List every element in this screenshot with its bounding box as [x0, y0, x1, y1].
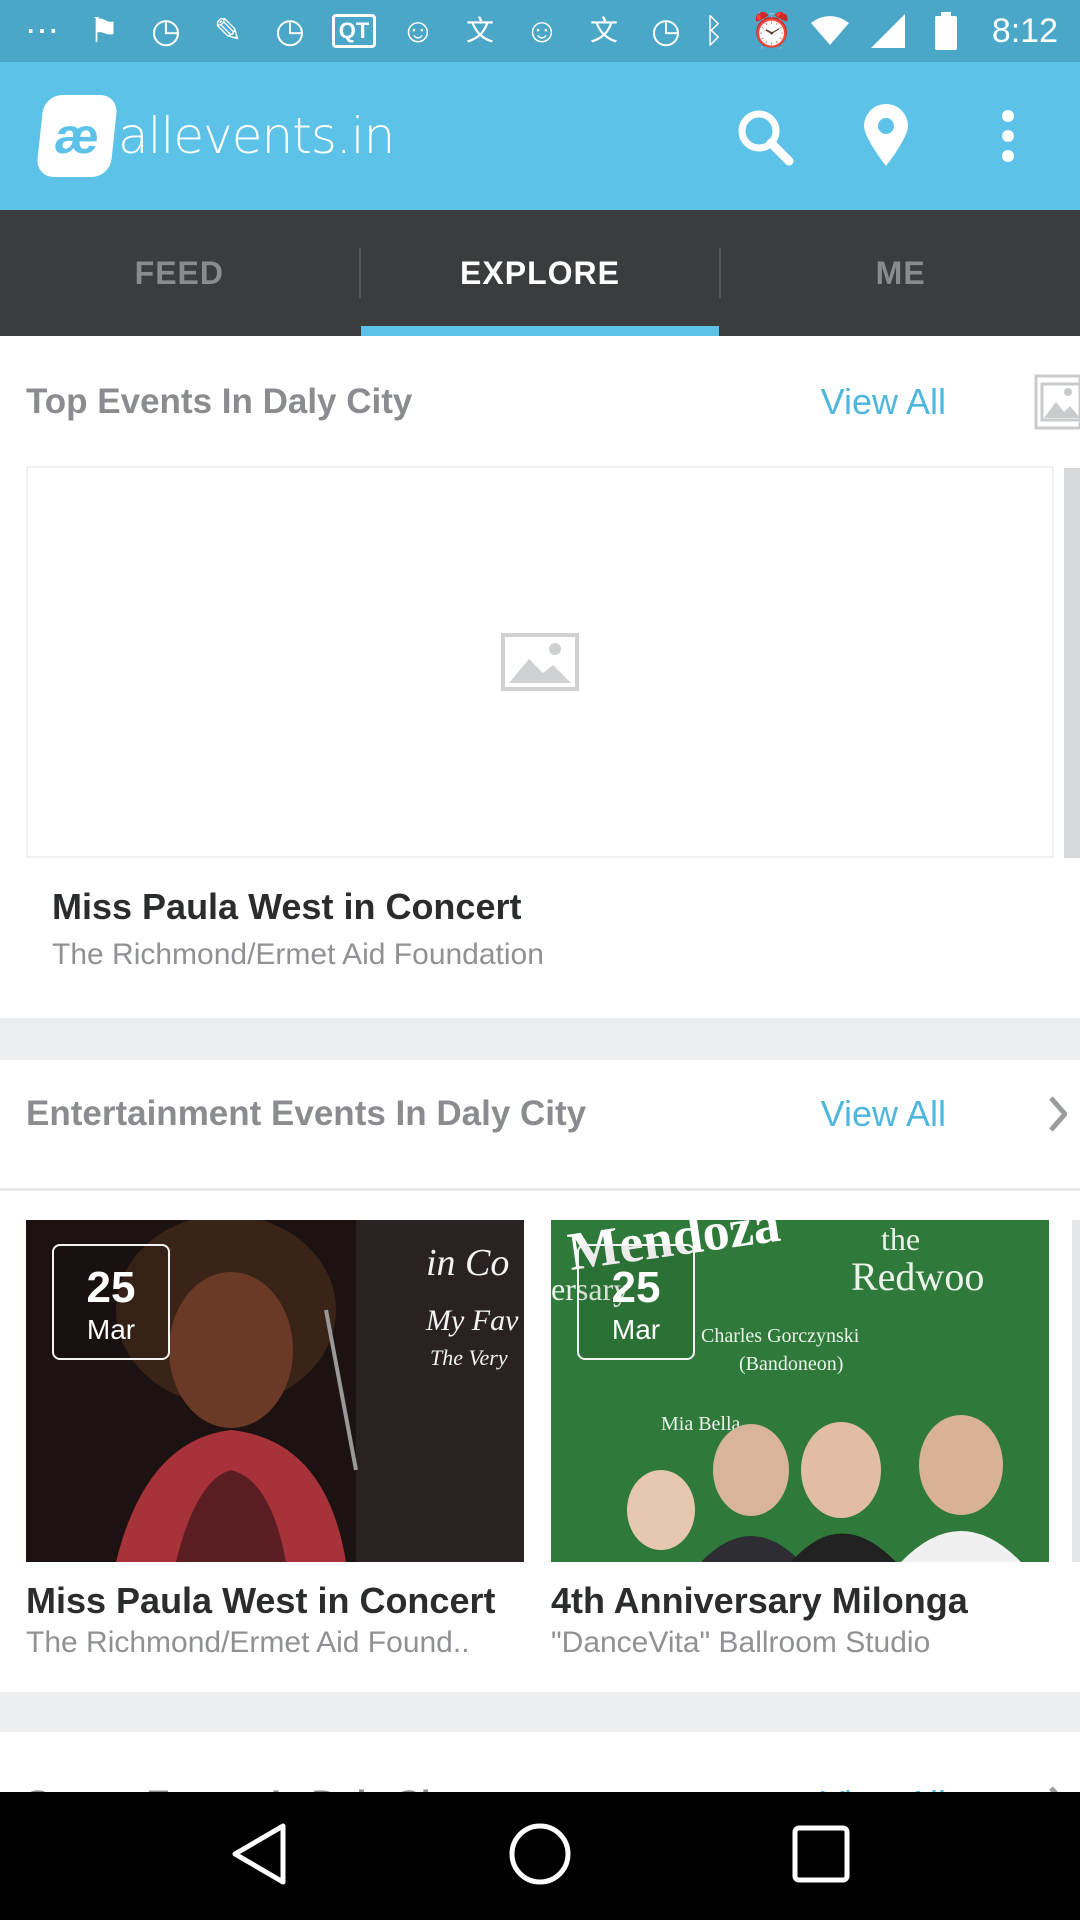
view-all-link[interactable]: View All	[821, 381, 946, 423]
alarm-icon: ⏰	[750, 12, 793, 50]
section-title: Top Events In Daly City	[26, 382, 413, 421]
section-title: Sports Events In Daly City	[26, 1784, 462, 1792]
overflow-menu-button[interactable]	[976, 104, 1040, 168]
battery-icon	[926, 11, 966, 51]
location-button[interactable]	[854, 104, 918, 168]
svg-text:Mia Bella: Mia Bella	[661, 1413, 741, 1435]
timer-icon: ◷	[151, 12, 181, 50]
logo-text: allevents.in	[118, 107, 395, 165]
svg-text:Redwoo: Redwoo	[851, 1254, 984, 1299]
translate-icon: 文	[589, 15, 618, 46]
section-header: Sports Events In Daly City View All	[26, 1774, 1080, 1792]
bluetooth-icon: ᛒ	[703, 12, 725, 50]
smiley-icon: ☺	[524, 12, 560, 50]
event-card-title[interactable]: 4th Anniversary Milonga	[551, 1580, 1051, 1622]
clock: 8:12	[991, 11, 1058, 50]
flag-icon: ⚑	[88, 12, 120, 50]
status-right-icons: ᛒ ⏰ 8:12	[694, 11, 1058, 51]
event-date-badge: 25 Mar	[52, 1244, 170, 1360]
app-logo[interactable]: æ allevents.in	[35, 95, 395, 177]
svg-text:The Very: The Very	[430, 1345, 508, 1370]
chevron-right-icon[interactable]	[1034, 1776, 1080, 1792]
featured-event-image[interactable]	[26, 466, 1054, 858]
event-date-badge: 25 Mar	[577, 1244, 695, 1360]
event-day: 25	[611, 1263, 661, 1312]
next-event-card-peek[interactable]	[1064, 468, 1080, 858]
recents-icon	[792, 1825, 850, 1882]
event-month: Mar	[611, 1314, 661, 1345]
search-button[interactable]	[732, 104, 796, 168]
event-card-venue: "DanceVita" Ballroom Studio	[551, 1626, 931, 1659]
chevron-right-icon[interactable]	[1034, 1086, 1080, 1142]
svg-text:(Bandoneon): (Bandoneon)	[739, 1353, 843, 1375]
section-header: Top Events In Daly City View All	[26, 372, 1080, 432]
event-day: 25	[86, 1263, 136, 1312]
svg-text:the: the	[881, 1221, 920, 1257]
section-header: Entertainment Events In Daly City View A…	[26, 1084, 1080, 1144]
status-left-icons: ⋯ ⚑ ◷ ✎ ◷ QT ☺ 文 ☺ 文 ◷	[22, 11, 694, 51]
qt-icon: QT	[332, 14, 376, 48]
tab-me[interactable]: ME	[721, 210, 1080, 336]
tab-feed[interactable]: FEED	[0, 210, 359, 336]
more-icon: ⋯	[25, 12, 59, 50]
timer-icon: ◷	[275, 12, 305, 50]
back-button[interactable]	[229, 1822, 289, 1891]
app-bar: æ allevents.in	[0, 62, 1080, 210]
top-events-section: Top Events In Daly City View All Miss Pa…	[0, 336, 1080, 1018]
section-title: Entertainment Events In Daly City	[26, 1094, 587, 1133]
home-icon	[509, 1823, 571, 1884]
system-nav-bar	[0, 1792, 1080, 1920]
back-icon	[232, 1823, 286, 1884]
sports-events-section: Sports Events In Daly City View All	[0, 1732, 1080, 1792]
tab-explore[interactable]: EXPLORE	[360, 210, 720, 336]
image-placeholder-icon	[501, 633, 579, 691]
home-button[interactable]	[508, 1822, 572, 1891]
event-card-venue: The Richmond/Ermet Aid Found..	[26, 1626, 470, 1659]
view-all-link[interactable]: View All	[821, 1783, 946, 1792]
status-bar: ⋯ ⚑ ◷ ✎ ◷ QT ☺ 文 ☺ 文 ◷ ᛒ ⏰ 8:12	[0, 0, 1080, 62]
location-pin-icon	[864, 104, 908, 166]
app-bar-actions	[732, 104, 1040, 168]
signal-icon	[868, 11, 908, 51]
entertainment-events-section: Entertainment Events In Daly City View A…	[0, 1060, 1080, 1692]
wrench-icon: ✎	[213, 12, 243, 50]
more-vert-icon	[1002, 110, 1014, 162]
image-icon	[1034, 374, 1080, 430]
tab-bar: FEED EXPLORE ME	[0, 210, 1080, 336]
wifi-icon	[810, 11, 850, 51]
recents-button[interactable]	[791, 1824, 851, 1889]
logo-badge: æ	[35, 95, 119, 177]
timer-icon: ◷	[651, 12, 681, 50]
search-icon	[738, 110, 794, 166]
event-card-title[interactable]: Miss Paula West in Concert	[26, 1580, 526, 1622]
svg-text:Charles Gorczynski: Charles Gorczynski	[701, 1325, 860, 1347]
view-all-link[interactable]: View All	[821, 1093, 946, 1135]
svg-text:in Co: in Co	[426, 1242, 509, 1284]
event-venue: The Richmond/Ermet Aid Foundation	[52, 938, 544, 971]
smiley-icon: ☺	[400, 12, 436, 50]
svg-text:My Fav: My Fav	[425, 1304, 519, 1337]
event-title[interactable]: Miss Paula West in Concert	[52, 886, 521, 928]
next-card-peek[interactable]	[1072, 1220, 1080, 1562]
translate-icon: 文	[465, 15, 494, 46]
event-month: Mar	[86, 1314, 136, 1345]
section-divider	[0, 1188, 1080, 1191]
